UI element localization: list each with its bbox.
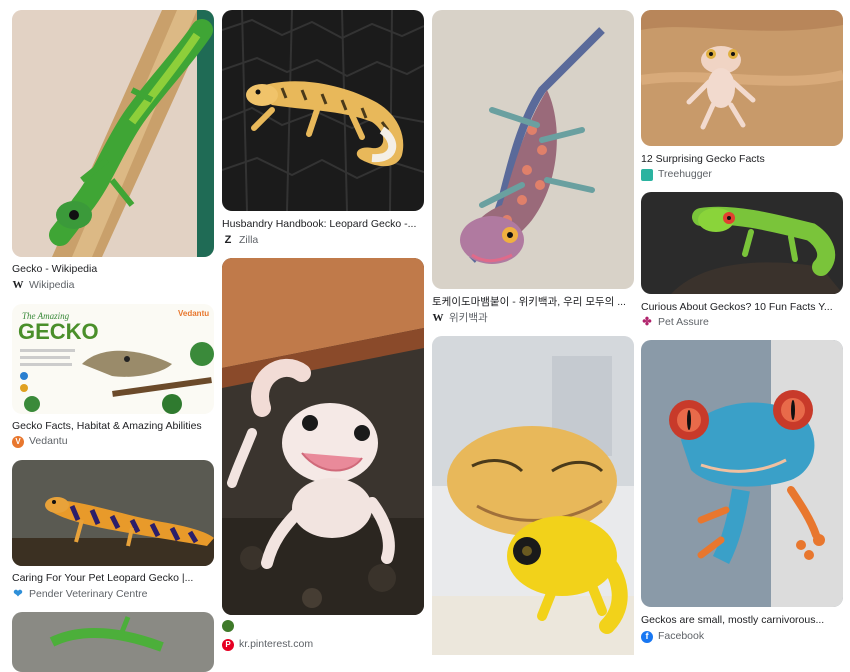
result-title[interactable]: Caring For Your Pet Leopard Gecko |... [12,572,214,585]
infographic-brand: Vedantu [178,309,209,318]
wikipedia-icon: W [432,312,444,324]
source-label: Treehugger [658,168,712,180]
gecko-facts-infographic-image[interactable]: The Amazing GECKO Vedantu [12,304,214,414]
gecko-wikipedia-image[interactable] [12,10,214,257]
treehugger-icon [641,168,653,181]
result-source[interactable]: Treehugger [641,168,843,181]
source-label: Facebook [658,630,705,642]
zilla-icon: Z [224,234,232,246]
infographic-heading: GECKO [18,319,99,344]
result-source[interactable]: ✤ Pet Assure [641,316,843,329]
result-title[interactable]: Gecko Facts, Habitat & Amazing Abilities [12,420,214,433]
sand-gecko-image[interactable] [641,10,843,146]
result-title[interactable]: 12 Surprising Gecko Facts [641,153,843,166]
source-label: kr.pinterest.com [239,638,314,650]
result-title[interactable]: Geckos are small, mostly carnivorous... [641,614,843,627]
source-label: Vedantu [29,435,68,447]
result-source-icon-row [222,620,424,632]
result-title[interactable]: Husbandry Handbook: Leopard Gecko -... [222,218,424,231]
result-title[interactable]: Gecko - Wikipedia [12,263,214,276]
result-source[interactable]: V Vedantu [12,435,214,448]
source-label: Wikipedia [29,279,75,291]
image-results-grid: Gecko - Wikipedia W Wikipedia The Amazin… [0,0,850,672]
green-gecko-image[interactable] [12,612,214,672]
yellow-geckos-image[interactable] [432,336,634,655]
leopard-gecko-pet-image[interactable] [12,460,214,566]
result-source[interactable]: Z Zilla [222,234,424,247]
leopard-gecko-husbandry-image[interactable] [222,10,424,211]
source-label: Pender Veterinary Centre [29,588,148,600]
pender-icon: ❤ [13,588,23,600]
pet-assure-icon: ✤ [642,316,652,328]
red-eyed-blue-gecko-image[interactable] [641,340,843,607]
wikipedia-icon: W [12,279,24,291]
pinterest-icon: P [222,638,234,651]
result-source[interactable]: P kr.pinterest.com [222,638,424,651]
result-source[interactable]: W Wikipedia [12,279,214,292]
smiling-leucistic-gecko-image[interactable] [222,258,424,615]
result-source[interactable]: W 위키백과 [432,312,634,325]
source-label: Zilla [239,234,259,246]
green-gecko-on-rock-image[interactable] [641,192,843,294]
source-label: 위키백과 [449,312,488,324]
result-source[interactable]: f Facebook [641,630,843,643]
result-title[interactable]: Curious About Geckos? 10 Fun Facts Y... [641,301,843,314]
result-title[interactable]: 토케이도마뱀붙이 - 위키백과, 우리 모두의 ... [432,296,634,309]
site-thumbnail-icon [222,620,234,632]
source-label: Pet Assure [658,316,709,328]
facebook-icon: f [641,630,653,643]
tokay-gecko-image[interactable] [432,10,634,289]
result-source[interactable]: ❤ Pender Veterinary Centre [12,588,214,601]
vedantu-icon: V [12,435,24,448]
